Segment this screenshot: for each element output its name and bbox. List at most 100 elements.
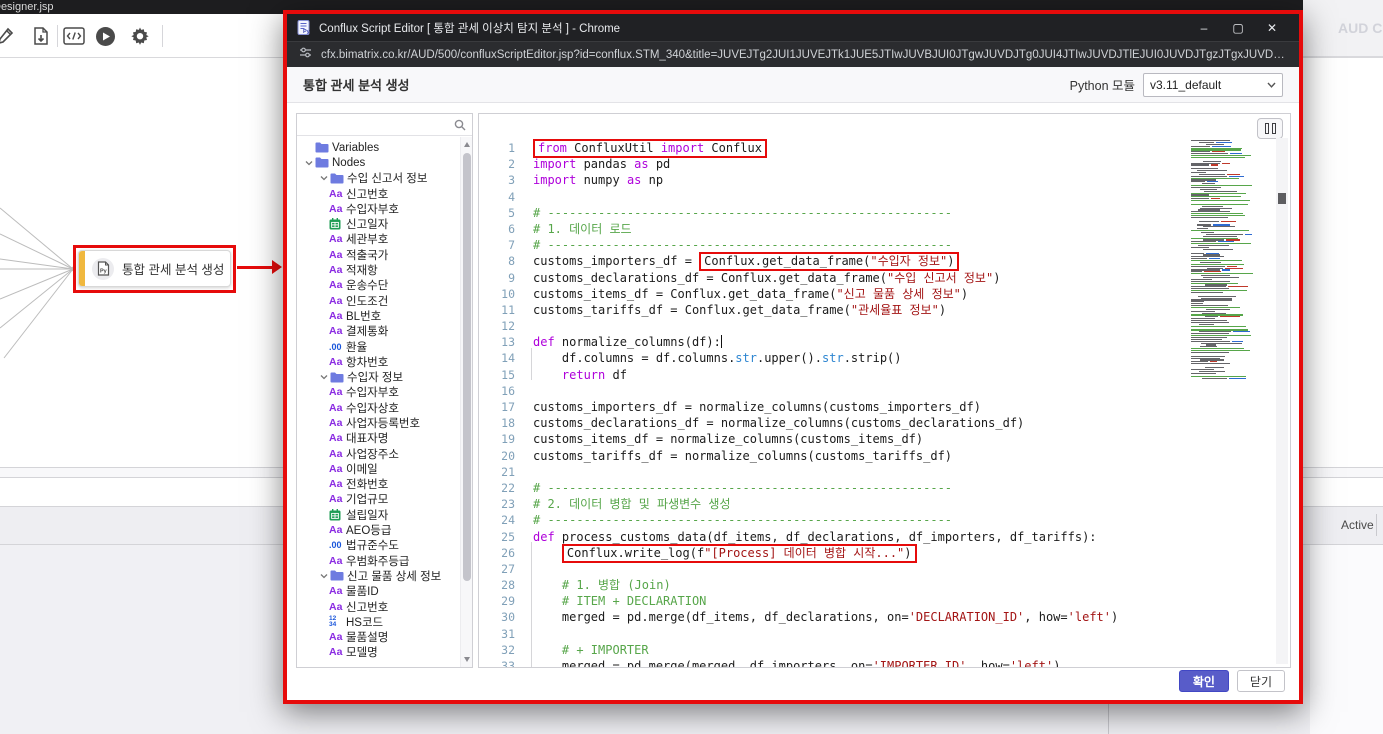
export-script-icon[interactable] [30, 25, 52, 47]
tree-item[interactable]: 1234HS코드 [297, 614, 472, 629]
close-button[interactable]: 닫기 [1237, 670, 1285, 692]
code-line[interactable]: 10customs_items_df = Conflux.get_data_fr… [479, 286, 1290, 302]
close-window-button[interactable]: ✕ [1255, 21, 1289, 35]
chevron-down-icon[interactable] [318, 572, 330, 580]
tree-item[interactable]: Aa항차번호 [297, 354, 472, 369]
tree-item[interactable]: 수입자 정보 [297, 369, 472, 384]
code-line[interactable]: 7# -------------------------------------… [479, 237, 1290, 253]
tree-item[interactable]: Aa결제통화 [297, 324, 472, 339]
active-tab-label[interactable]: Active [1341, 518, 1374, 532]
run-icon[interactable] [94, 25, 116, 47]
code-line[interactable]: 17customs_importers_df = normalize_colum… [479, 399, 1290, 415]
tree-item[interactable]: Aa물품ID [297, 584, 472, 599]
confirm-button[interactable]: 확인 [1179, 670, 1229, 692]
text-field-icon: Aa [329, 356, 346, 368]
tree-search-input[interactable] [303, 119, 454, 131]
code-line[interactable]: 1from ConfluxUtil import Conflux [479, 140, 1290, 156]
code-line[interactable]: 22# ------------------------------------… [479, 480, 1290, 496]
code-line[interactable]: 12 [479, 318, 1290, 334]
tree-item[interactable]: 신고 물품 상세 정보 [297, 568, 472, 583]
code-line[interactable]: 6# 1. 데이터 로드 [479, 221, 1290, 237]
tree-item[interactable]: 수입 신고서 정보 [297, 171, 472, 186]
code-line[interactable]: 18customs_declarations_df = normalize_co… [479, 415, 1290, 431]
code-line[interactable]: 25def process_customs_data(df_items, df_… [479, 529, 1290, 545]
code-line[interactable]: 32 # + IMPORTER [479, 642, 1290, 658]
minimap-toggle-button[interactable] [1257, 118, 1283, 139]
code-line[interactable]: 20customs_tariffs_df = normalize_columns… [479, 448, 1290, 464]
tree-item[interactable]: AaAEO등급 [297, 522, 472, 537]
url-text[interactable]: cfx.bimatrix.co.kr/AUD/500/confluxScript… [321, 49, 1287, 61]
tree-item[interactable]: Aa사업장주소 [297, 446, 472, 461]
code-line[interactable]: 15 return df [479, 367, 1290, 383]
code-line[interactable]: 30 merged = pd.merge(df_items, df_declar… [479, 609, 1290, 625]
settings-gear-icon[interactable] [129, 25, 151, 47]
code-line[interactable]: 33 merged = pd.merge(merged, df_importer… [479, 658, 1290, 668]
code-view-icon[interactable] [63, 25, 85, 47]
code-line[interactable]: 23# 2. 데이터 병합 및 파생변수 생성 [479, 496, 1290, 512]
code-line[interactable]: 26 Conflux.write_log(f"[Process] 데이터 병합 … [479, 545, 1290, 561]
code-line[interactable]: 11customs_tariffs_df = Conflux.get_data_… [479, 302, 1290, 318]
tree-scrollbar[interactable] [460, 137, 472, 667]
browser-url-bar[interactable]: cfx.bimatrix.co.kr/AUD/500/confluxScript… [287, 41, 1299, 67]
tree-item[interactable]: Aa모델명 [297, 645, 472, 660]
code-line[interactable]: 9customs_declarations_df = Conflux.get_d… [479, 270, 1290, 286]
tree-item[interactable]: Aa수입자부호 [297, 201, 472, 216]
tree-item[interactable]: Aa세관부호 [297, 232, 472, 247]
search-icon[interactable] [454, 119, 466, 131]
tree-item[interactable]: 신고일자 [297, 216, 472, 231]
chevron-down-icon[interactable] [318, 174, 330, 182]
site-settings-icon[interactable] [299, 46, 312, 64]
tree-item[interactable]: Nodes [297, 155, 472, 170]
tree-item[interactable]: Aa적재항 [297, 262, 472, 277]
window-title-bar[interactable]: Py Conflux Script Editor [ 통합 관세 이상치 탐지 … [287, 14, 1299, 41]
tree-item[interactable]: Aa전화번호 [297, 477, 472, 492]
chevron-down-icon[interactable] [303, 159, 315, 167]
chevron-down-icon[interactable] [318, 373, 330, 381]
code-line[interactable]: 29 # ITEM + DECLARATION [479, 593, 1290, 609]
editor-scrollbar-thumb[interactable] [1278, 193, 1286, 204]
code-editor[interactable]: 1from ConfluxUtil import Conflux2import … [479, 114, 1290, 667]
tree-item[interactable]: Aa물품설명 [297, 630, 472, 645]
tree-item[interactable]: 설립일자 [297, 507, 472, 522]
edit-icon[interactable] [0, 25, 16, 47]
code-line[interactable]: 28 # 1. 병합 (Join) [479, 577, 1290, 593]
tree-item[interactable]: Aa인도조건 [297, 293, 472, 308]
tree-item[interactable]: Aa우범화주등급 [297, 553, 472, 568]
tree-item[interactable]: Variables [297, 140, 472, 155]
scroll-down-icon[interactable] [464, 657, 470, 662]
python-module-select[interactable]: v3.11_default [1143, 73, 1283, 97]
code-line[interactable]: 8customs_importers_df = Conflux.get_data… [479, 253, 1290, 269]
tree-item[interactable]: Aa대표자명 [297, 431, 472, 446]
code-line[interactable]: 5# -------------------------------------… [479, 205, 1290, 221]
tree-scrollbar-thumb[interactable] [463, 153, 471, 581]
editor-scrollbar[interactable] [1276, 138, 1288, 664]
code-line[interactable]: 16 [479, 383, 1290, 399]
tree-item[interactable]: .00환율 [297, 339, 472, 354]
background-tab-title[interactable]: Designer.jsp [0, 0, 54, 14]
tree-item[interactable]: Aa운송수단 [297, 278, 472, 293]
code-line[interactable]: 27 [479, 561, 1290, 577]
tree-item[interactable]: Aa수입자부호 [297, 385, 472, 400]
tree-item[interactable]: Aa적출국가 [297, 247, 472, 262]
minimize-button[interactable]: – [1187, 21, 1221, 35]
tree-item[interactable]: .00법규준수도 [297, 538, 472, 553]
tree-item[interactable]: Aa기업규모 [297, 492, 472, 507]
scroll-up-icon[interactable] [464, 142, 470, 147]
code-line[interactable]: 21 [479, 464, 1290, 480]
code-line[interactable]: 13def normalize_columns(df): [479, 334, 1290, 350]
code-line[interactable]: 3import numpy as np [479, 172, 1290, 188]
maximize-button[interactable]: ▢ [1221, 21, 1255, 35]
tree-item[interactable]: Aa이메일 [297, 461, 472, 476]
code-line[interactable]: 24# ------------------------------------… [479, 512, 1290, 528]
code-line[interactable]: 14 df.columns = df.columns.str.upper().s… [479, 350, 1290, 366]
minimap[interactable] [1191, 140, 1257, 393]
tree-item[interactable]: Aa사업자등록번호 [297, 415, 472, 430]
code-line[interactable]: 31 [479, 626, 1290, 642]
code-line[interactable]: 19customs_items_df = normalize_columns(c… [479, 431, 1290, 447]
code-line[interactable]: 2import pandas as pd [479, 156, 1290, 172]
tree-item[interactable]: Aa신고번호 [297, 599, 472, 614]
tree-item[interactable]: Aa수입자상호 [297, 400, 472, 415]
code-line[interactable]: 4 [479, 189, 1290, 205]
tree-item[interactable]: AaBL번호 [297, 308, 472, 323]
tree-item[interactable]: Aa신고번호 [297, 186, 472, 201]
